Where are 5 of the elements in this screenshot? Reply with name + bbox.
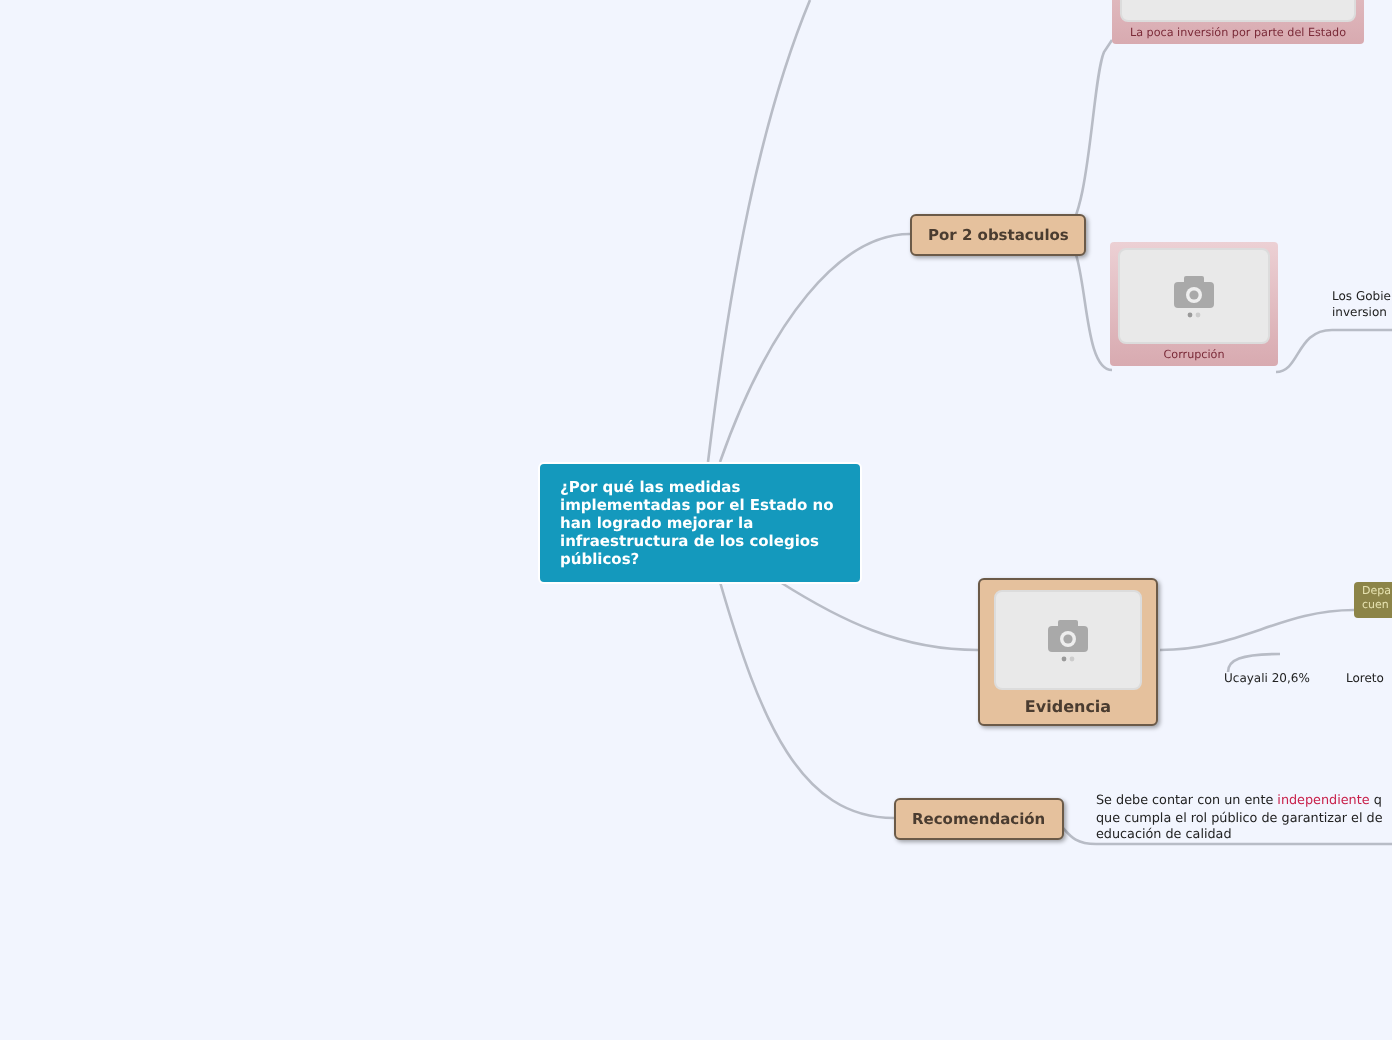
connector-line [1275, 328, 1392, 374]
topic-node[interactable]: Evidencia [978, 578, 1158, 726]
topic-label: Evidencia [1024, 698, 1112, 716]
camera-icon [1172, 274, 1216, 318]
camera-icon [1046, 618, 1090, 662]
